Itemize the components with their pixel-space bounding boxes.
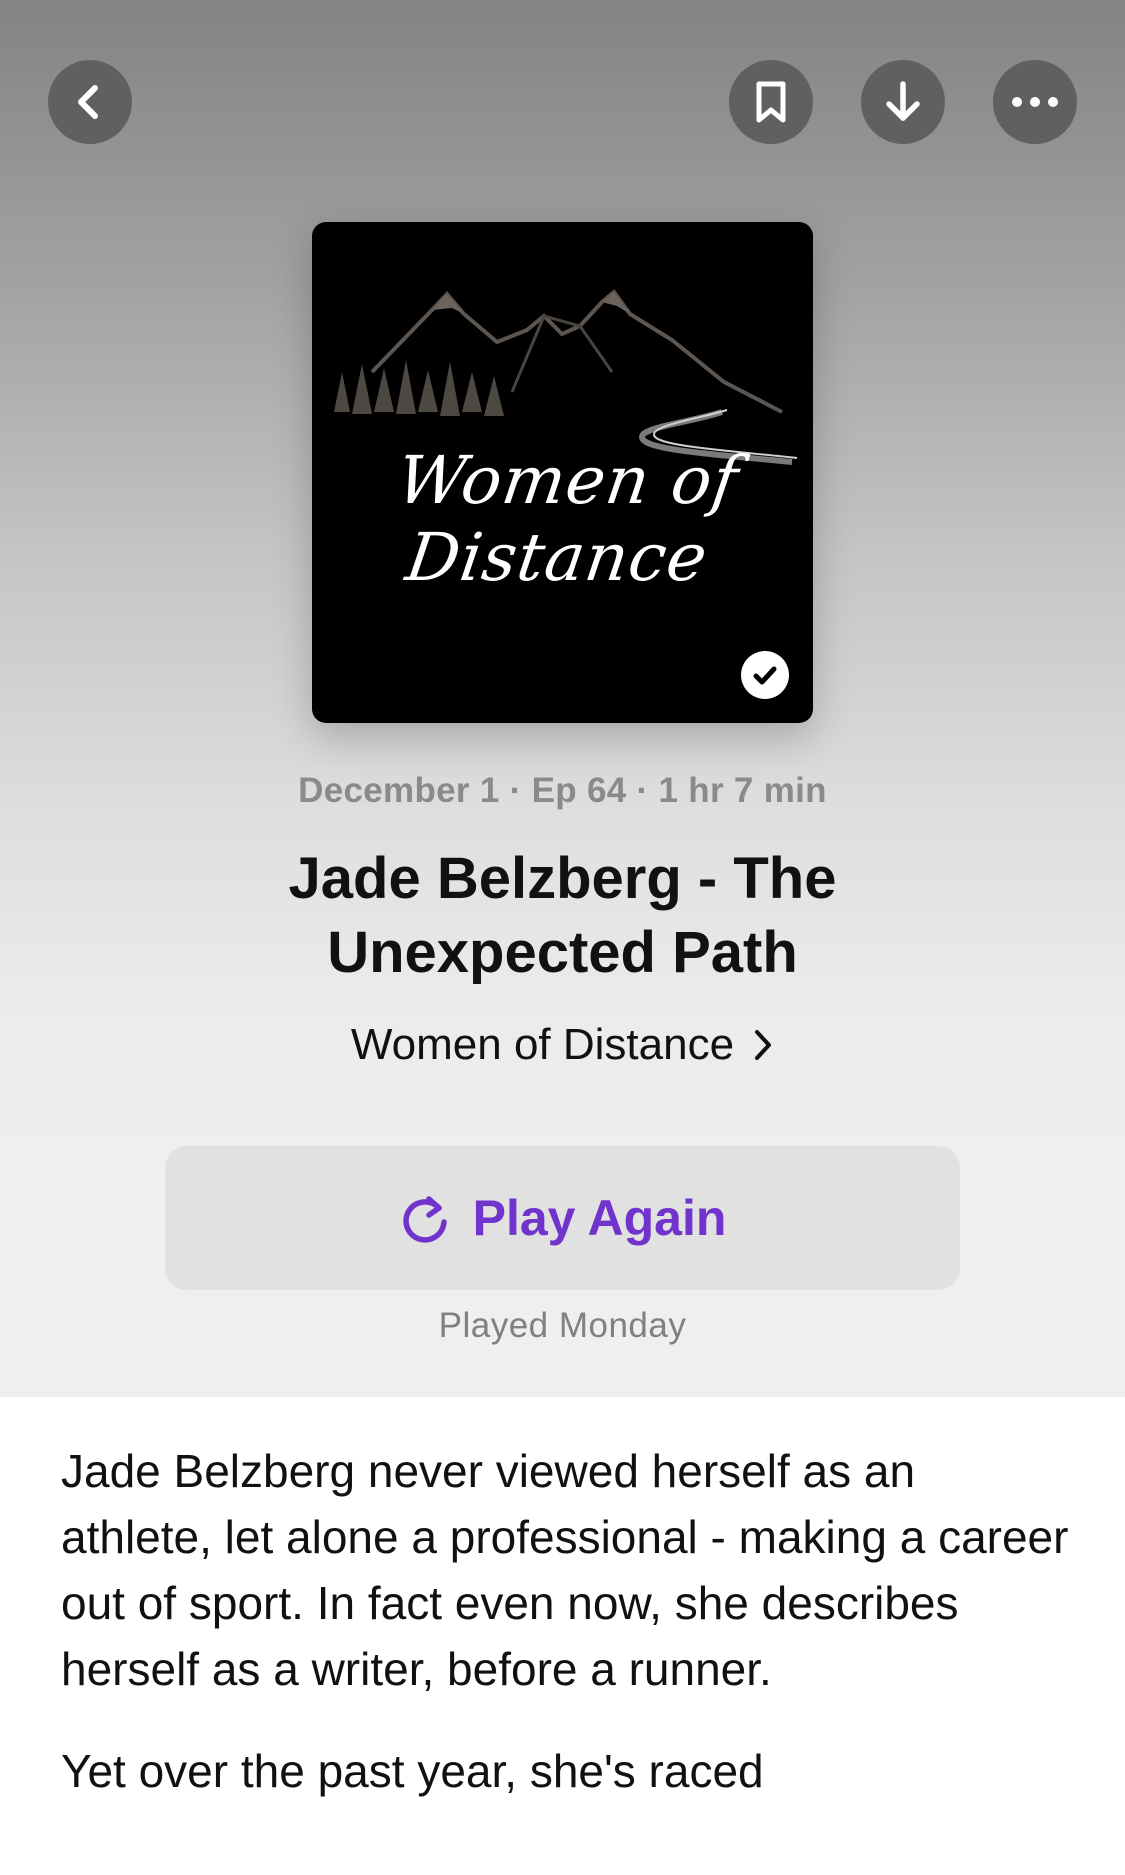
episode-header: Women of Distance December 1 · Ep 64 · 1… [0, 0, 1125, 1397]
bookmark-icon [756, 81, 786, 123]
show-name: Women of Distance [350, 1020, 735, 1069]
back-button[interactable] [48, 60, 132, 144]
podcast-artwork: Women of Distance [312, 222, 813, 723]
download-button[interactable] [861, 60, 945, 144]
arrow-down-icon [886, 81, 920, 121]
description-paragraph: Jade Belzberg never viewed herself as an… [61, 1445, 1069, 1695]
play-again-label: Play Again [472, 1190, 727, 1246]
show-link[interactable]: Women of Distance [0, 1020, 1125, 1070]
episode-description: Jade Belzberg never viewed herself as an… [61, 1438, 1071, 1840]
played-status: Played Monday [438, 1306, 687, 1345]
episode-title: Jade Belzberg - The Unexpected Path [288, 846, 837, 985]
bookmark-button[interactable] [729, 60, 813, 144]
checkmark-icon [753, 666, 777, 685]
description-paragraph: Yet over the past year, she's raced [61, 1745, 764, 1797]
replay-icon [402, 1196, 447, 1243]
chevron-right-icon [755, 1030, 772, 1060]
play-again-button[interactable]: Play Again [165, 1146, 960, 1290]
more-options-button[interactable] [993, 60, 1077, 144]
artwork-title: Women of Distance [392, 442, 744, 596]
played-badge [741, 651, 789, 699]
episode-meta: December 1 · Ep 64 · 1 hr 7 min [298, 771, 827, 810]
chevron-left-icon [78, 85, 98, 119]
ellipsis-icon [1012, 97, 1058, 107]
